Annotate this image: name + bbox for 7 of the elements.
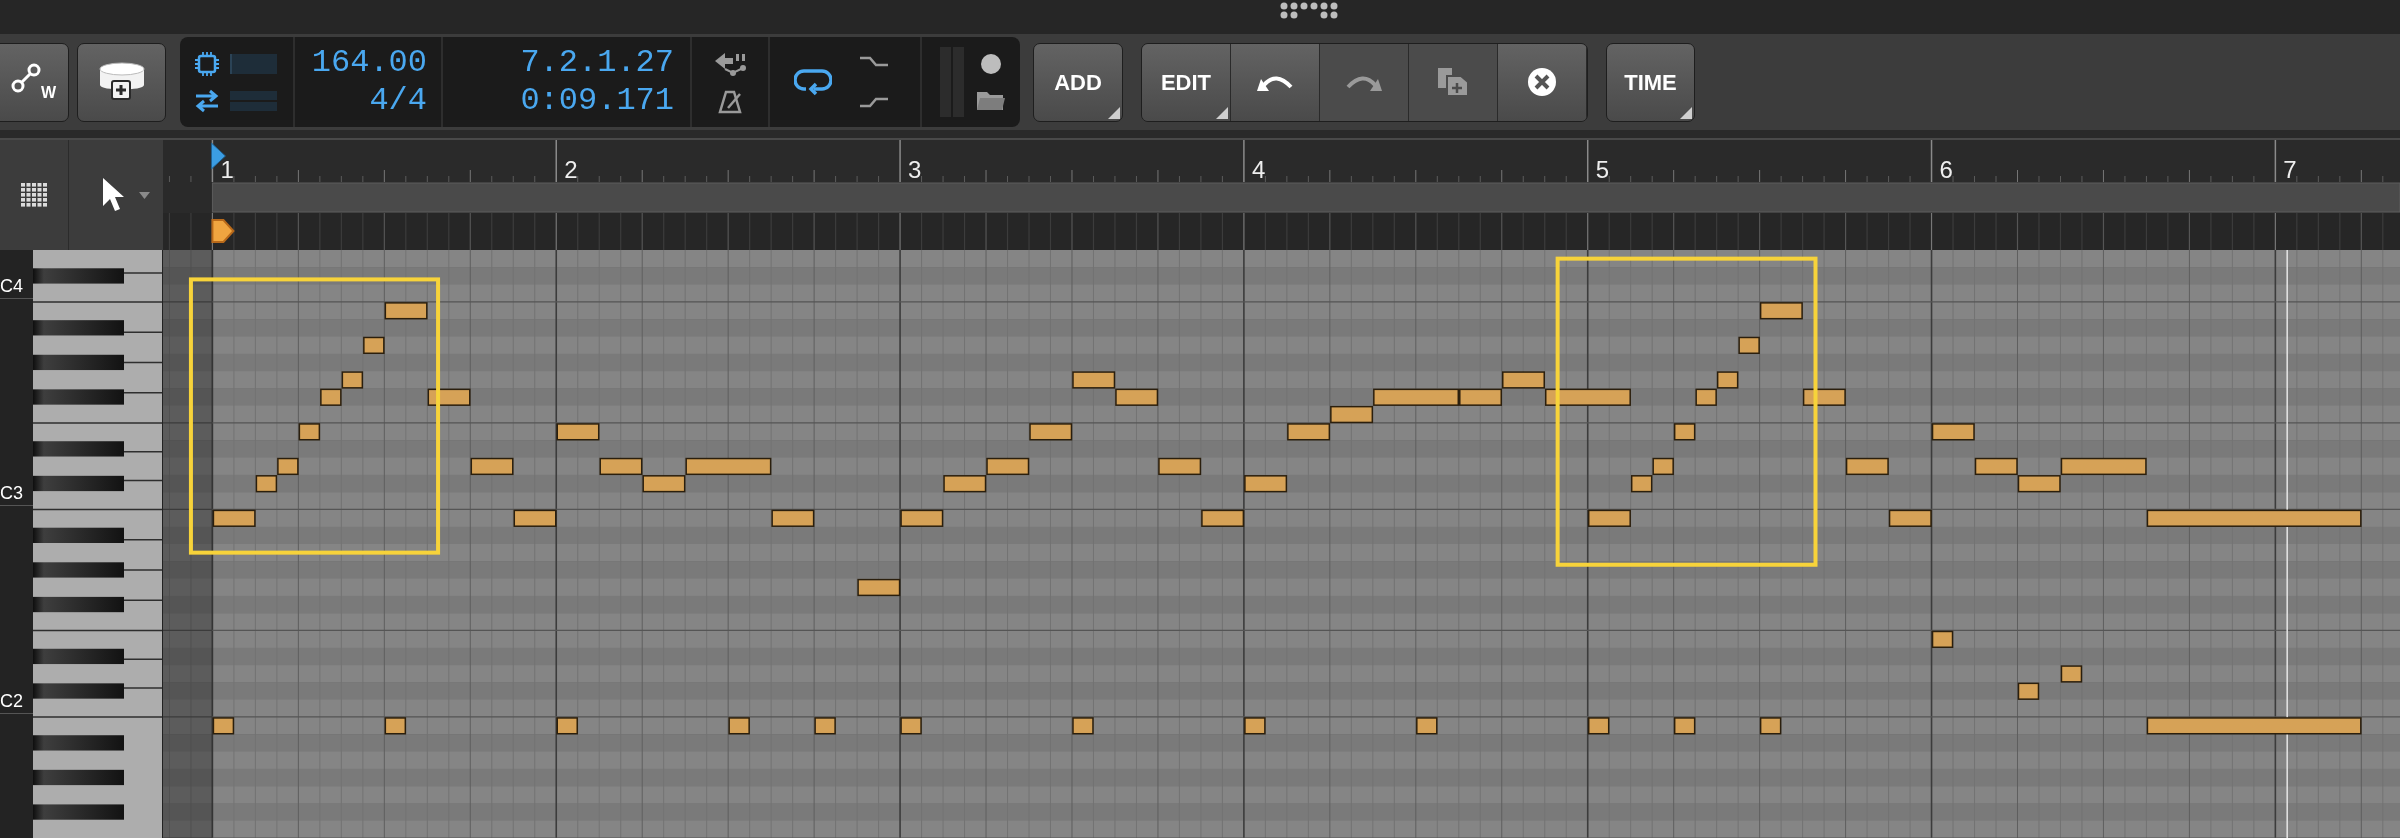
bar-number: 2 — [564, 156, 578, 183]
bar-number: 6 — [1939, 156, 1953, 183]
bar-number: 1 — [220, 156, 234, 183]
bar-number: 7 — [2283, 156, 2297, 183]
bar-number: 5 — [1595, 156, 1610, 183]
bar-number: 4 — [1251, 156, 1266, 183]
bar-number: 3 — [908, 156, 922, 183]
